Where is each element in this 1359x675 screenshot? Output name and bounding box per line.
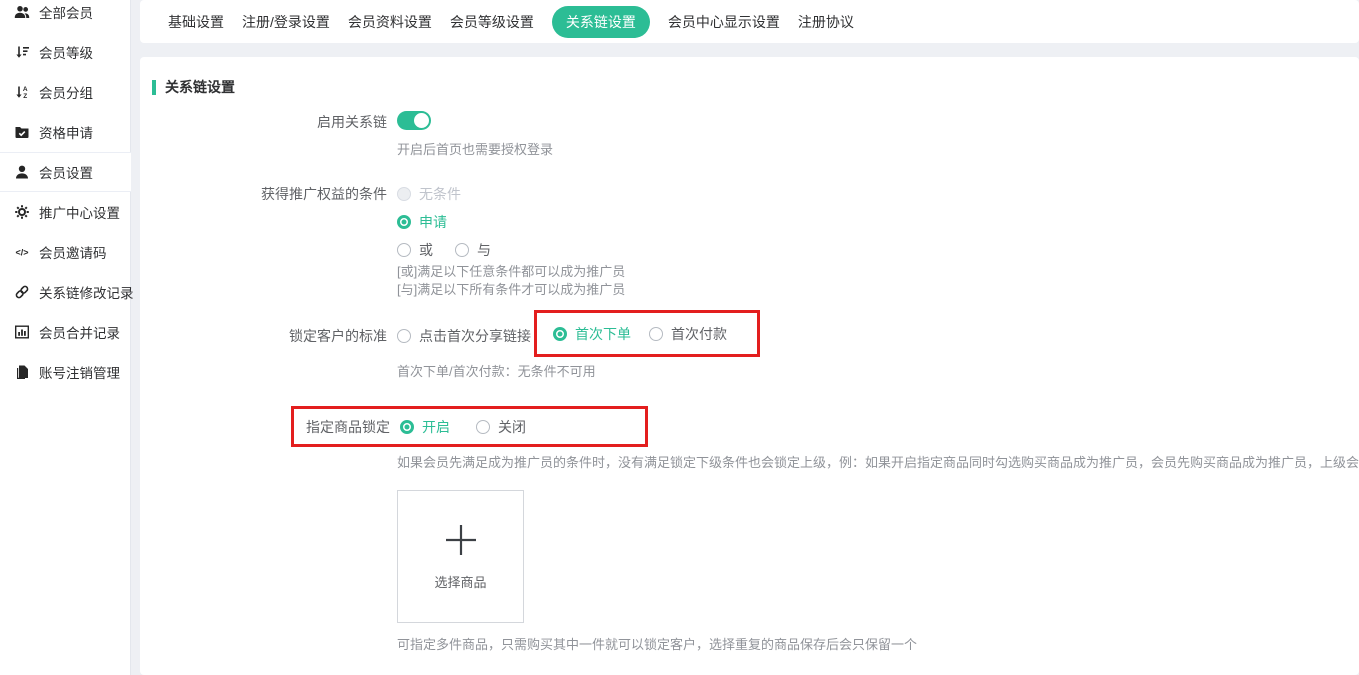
radio-dot xyxy=(476,420,490,434)
enable-chain-hint: 开启后首页也需要授权登录 xyxy=(397,141,553,159)
code-icon: </> xyxy=(14,244,30,260)
red-annotation-box-lock-options: 首次下单 首次付款 xyxy=(534,310,760,357)
sidebar-item-label: 推广中心设置 xyxy=(39,202,120,222)
sidebar-item-member-settings[interactable]: 会员设置 xyxy=(0,152,131,192)
radio-dot xyxy=(553,327,567,341)
section-accent-bar xyxy=(152,80,156,95)
tab-register-agreement[interactable]: 注册协议 xyxy=(798,6,854,38)
radio-apply[interactable]: 申请 xyxy=(397,212,447,232)
radio-or[interactable]: 或 xyxy=(397,240,433,260)
gear-icon xyxy=(14,204,30,220)
svg-text:Z: Z xyxy=(23,93,27,100)
promo-condition-hint-or: [或]满足以下任意条件都可以成为推广员 xyxy=(397,263,625,281)
lock-first-share-row: 点击首次分享链接 xyxy=(397,326,531,346)
product-lock-label: 指定商品锁定 xyxy=(294,417,390,437)
promo-condition-option-apply-row: 申请 xyxy=(397,212,447,232)
main-area: 基础设置 注册/登录设置 会员资料设置 会员等级设置 关系链设置 会员中心显示设… xyxy=(131,0,1359,675)
svg-text:A: A xyxy=(23,86,28,93)
radio-first-payment[interactable]: 首次付款 xyxy=(649,324,727,344)
sidebar-item-chain-log[interactable]: 关系链修改记录 xyxy=(0,272,130,312)
sidebar-nav: 全部会员 会员等级 AZ 会员分组 资格申请 会员设置 xyxy=(0,0,130,392)
tab-register-login-settings[interactable]: 注册/登录设置 xyxy=(242,6,330,38)
sidebar-item-qualification[interactable]: 资格申请 xyxy=(0,112,130,152)
sidebar-item-invite-code[interactable]: </> 会员邀请码 xyxy=(0,232,130,272)
user-icon xyxy=(14,164,30,180)
lock-standard-label: 锁定客户的标准 xyxy=(140,326,387,346)
product-lock-hint: 如果会员先满足成为推广员的条件时，没有满足锁定下级条件也会锁定上级，例：如果开启… xyxy=(397,454,1359,472)
sidebar-item-label: 关系链修改记录 xyxy=(39,282,134,302)
enable-chain-label: 启用关系链 xyxy=(140,112,387,132)
enable-chain-toggle[interactable] xyxy=(397,111,431,130)
radio-dot xyxy=(400,420,414,434)
red-annotation-box-product-lock: 指定商品锁定 开启 关闭 xyxy=(291,406,648,447)
sidebar-item-label: 会员设置 xyxy=(39,162,93,182)
sidebar-item-label: 会员邀请码 xyxy=(39,242,107,262)
radio-dot xyxy=(649,327,663,341)
plus-icon xyxy=(443,522,479,558)
sort-amount-icon xyxy=(14,44,30,60)
sort-alpha-icon: AZ xyxy=(14,84,30,100)
settings-tabbar: 基础设置 注册/登录设置 会员资料设置 会员等级设置 关系链设置 会员中心显示设… xyxy=(140,0,1359,43)
radio-dot xyxy=(397,187,411,201)
sidebar-item-member-group[interactable]: AZ 会员分组 xyxy=(0,72,130,112)
promo-condition-label: 获得推广权益的条件 xyxy=(140,184,387,204)
sidebar: 全部会员 会员等级 AZ 会员分组 资格申请 会员设置 xyxy=(0,0,131,675)
sidebar-item-label: 账号注销管理 xyxy=(39,362,120,382)
promo-condition-hint-and: [与]满足以下所有条件才可以成为推广员 xyxy=(397,281,625,299)
lock-standard-hint: 首次下单/首次付款：无条件不可用 xyxy=(397,363,596,381)
sidebar-item-label: 会员分组 xyxy=(39,82,93,102)
radio-first-share-link[interactable]: 点击首次分享链接 xyxy=(397,326,531,346)
relation-chain-settings-panel: 关系链设置 启用关系链 开启后首页也需要授权登录 获得推广权益的条件 无条件 申… xyxy=(140,57,1359,675)
svg-text:</>: </> xyxy=(15,248,28,258)
tab-member-profile-settings[interactable]: 会员资料设置 xyxy=(348,6,432,38)
sidebar-item-merge-log[interactable]: 会员合并记录 xyxy=(0,312,130,352)
section-header: 关系链设置 xyxy=(152,77,235,97)
select-product-label: 选择商品 xyxy=(434,572,486,591)
radio-dot xyxy=(397,329,411,343)
tab-relation-chain-settings[interactable]: 关系链设置 xyxy=(552,6,650,38)
promo-condition-option-none-row: 无条件 xyxy=(397,184,461,204)
sidebar-item-account-cancel[interactable]: 账号注销管理 xyxy=(0,352,130,392)
section-title: 关系链设置 xyxy=(165,77,235,97)
users-icon xyxy=(14,4,30,20)
folder-check-icon xyxy=(14,124,30,140)
link-icon xyxy=(14,284,30,300)
radio-product-lock-off[interactable]: 关闭 xyxy=(476,417,526,437)
sidebar-item-member-level[interactable]: 会员等级 xyxy=(0,32,130,72)
select-product-button[interactable]: 选择商品 xyxy=(397,490,524,623)
sidebar-item-label: 会员合并记录 xyxy=(39,322,120,342)
file-icon xyxy=(14,364,30,380)
sidebar-item-promotion-center[interactable]: 推广中心设置 xyxy=(0,192,130,232)
radio-and[interactable]: 与 xyxy=(455,240,491,260)
tab-member-center-display-settings[interactable]: 会员中心显示设置 xyxy=(668,6,780,38)
sidebar-item-label: 全部会员 xyxy=(39,2,93,22)
radio-no-condition[interactable]: 无条件 xyxy=(397,184,461,204)
sidebar-item-label: 资格申请 xyxy=(39,122,93,142)
radio-first-order[interactable]: 首次下单 xyxy=(553,324,631,344)
radio-dot xyxy=(397,243,411,257)
radio-product-lock-on[interactable]: 开启 xyxy=(400,417,450,437)
product-picker-hint: 可指定多件商品，只需购买其中一件就可以锁定客户，选择重复的商品保存后会只保留一个 xyxy=(397,636,917,654)
promo-condition-or-and-row: 或 与 xyxy=(397,240,491,260)
tab-basic-settings[interactable]: 基础设置 xyxy=(168,6,224,38)
radio-dot xyxy=(397,215,411,229)
radio-dot xyxy=(455,243,469,257)
bar-chart-icon xyxy=(14,324,30,340)
tab-member-level-settings[interactable]: 会员等级设置 xyxy=(450,6,534,38)
sidebar-item-label: 会员等级 xyxy=(39,42,93,62)
sidebar-item-all-members[interactable]: 全部会员 xyxy=(0,0,130,32)
